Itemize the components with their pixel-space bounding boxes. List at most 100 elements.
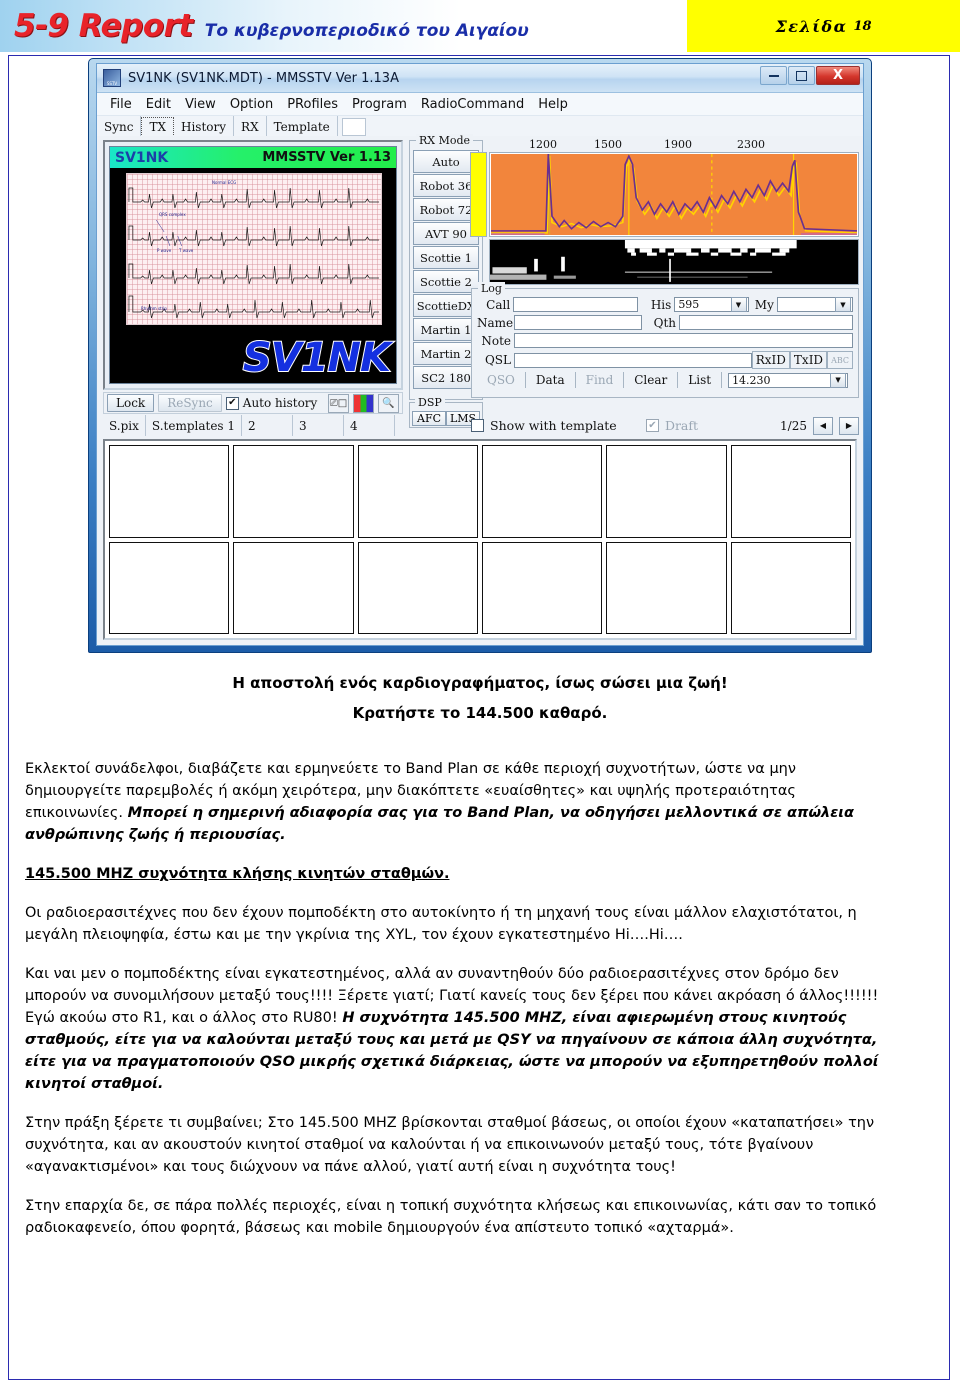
ecg-label-twave: T wave [179,248,194,253]
palette-icon[interactable] [353,393,374,413]
draft-checkbox[interactable]: ✔ [645,419,659,432]
window-frame: SV1NK (SV1NK.MDT) - MMSSTV Ver 1.13A X F… [88,58,872,653]
thumbnail-slot[interactable] [357,541,478,634]
toolbar-rx[interactable]: RX [234,116,267,138]
show-with-template-checkbox[interactable] [471,419,484,432]
chevron-down-icon[interactable]: ▼ [830,372,847,388]
find-button[interactable]: Find [576,372,625,388]
rx-mode-scottie1[interactable]: Scottie 1 [413,246,479,269]
menu-item-help[interactable]: Help [531,95,575,114]
menu-item-program[interactable]: Program [345,95,414,114]
lock-button[interactable]: Lock [107,394,155,412]
tab-stemplates-4[interactable]: 4 [344,415,396,436]
his-combo[interactable]: 595 ▼ [674,297,749,312]
spectrum-tick-1900: 1900 [664,138,692,151]
received-image-panel[interactable]: SV1NK MMSSTV Ver 1.13 Normal ECG QRS com… [103,140,403,390]
abc-button[interactable]: ABC [827,351,853,369]
thumbnail-slot[interactable] [730,445,851,538]
call-input[interactable] [513,297,639,312]
thumbnail-slot[interactable] [233,445,354,538]
toolbar-tx[interactable]: TX [141,117,174,137]
name-label: Name [477,315,514,330]
qso-button[interactable]: QSO [477,372,526,388]
log-button-row: QSO Data Find Clear List 14.230 ▼ [477,372,853,388]
section-heading: 145.500 ΜΗΖ συχνότητα κλήσης κινητών στα… [25,866,450,882]
magnifier-icon[interactable]: 🔍 [378,393,399,413]
tab-stemplates-3[interactable]: 3 [293,415,345,436]
spectrum-tick-1200: 1200 [529,138,557,151]
thumbnail-slot[interactable] [109,445,230,538]
menu-item-radiocommand[interactable]: RadioCommand [414,95,531,114]
minimize-button[interactable] [760,66,787,85]
name-input[interactable] [514,315,642,330]
rx-mode-scottiedx[interactable]: ScottieDX [413,294,479,317]
spectrum-display[interactable] [489,152,859,237]
ecg-label-normal: Normal ECG [212,180,237,185]
note-input[interactable] [514,333,853,348]
resync-button[interactable]: ReSync [158,394,222,412]
data-button[interactable]: Data [526,372,576,388]
rx-mode-martin2[interactable]: Martin 2 [413,342,479,365]
clear-button[interactable]: Clear [624,372,679,388]
page-indicator: Σελίδα 18 [687,0,960,52]
dsp-legend: DSP [415,396,445,409]
next-template-button[interactable]: ▶ [839,416,859,435]
paragraph-5: Στην πράξη ξέρετε τι συμβαίνει; Στο 145.… [25,1115,875,1175]
frequency-combo[interactable]: 14.230 ▼ [728,372,849,388]
menu-item-file[interactable]: File [103,95,139,114]
menu-item-view[interactable]: View [178,95,223,114]
thumbnail-grid [103,439,857,640]
thumbnail-slot[interactable] [730,541,851,634]
prev-template-button[interactable]: ◀ [813,416,833,435]
toolbar-blank-slot[interactable] [341,118,366,136]
txid-button[interactable]: TxID [789,351,828,369]
qth-input[interactable] [679,315,853,330]
rx-mode-scottie2[interactable]: Scottie 2 [413,270,479,293]
template-tab-row: S.pix S.templates 1 2 3 4 [103,415,403,436]
close-button[interactable]: X [816,66,860,85]
menu-item-profiles[interactable]: PRofiles [280,95,345,114]
toolbar-sync[interactable]: Sync [97,116,142,138]
thumbnail-slot[interactable] [233,541,354,634]
sstv-image-header: SV1NK MMSSTV Ver 1.13 [110,147,396,168]
toolbar-template[interactable]: Template [267,116,338,138]
chevron-down-icon[interactable]: ▼ [730,297,747,312]
tab-stemplates-1[interactable]: S.templates 1 [146,415,243,436]
thumbnail-slot[interactable] [482,541,603,634]
thumbnail-slot[interactable] [357,445,478,538]
publication-subtitle: Το κυβερνοπεριοδικό του Αιγαίου [204,20,529,41]
log-row-call: Call His 595 ▼ My ▼ [477,297,853,312]
thumbnail-slot[interactable] [606,541,727,634]
maximize-button[interactable] [788,66,815,85]
menu-item-option[interactable]: Option [223,95,280,114]
thumbnail-slot[interactable] [482,445,603,538]
tab-spix[interactable]: S.pix [103,415,146,436]
chevron-down-icon[interactable]: ▼ [834,297,851,312]
log-group: Log Call His 595 ▼ My ▼ Name Qth Note QS… [471,282,859,398]
toolbar-history[interactable]: History [174,116,235,138]
waterfall-display[interactable] [489,239,859,285]
tab-stemplates-2[interactable]: 2 [242,415,294,436]
copy-icon[interactable]: ⎚□ [328,393,349,413]
list-button[interactable]: List [678,372,723,388]
thumbnail-slot[interactable] [109,541,230,634]
paragraph-2-heading: 145.500 ΜΗΖ συχνότητα κλήσης κινητών στα… [25,863,880,885]
call-label: Call [486,297,511,312]
menu-item-edit[interactable]: Edit [139,95,178,114]
spectrum-scale: 1200 1500 1900 2300 [489,138,859,152]
ecg-label-pwave: P wave [157,248,172,253]
qsl-input[interactable] [514,352,752,368]
p1-text-bold: Μπορεί η σημερινή αδιαφορία σας για το B… [25,805,854,843]
rx-mode-sc2-180[interactable]: SC2 180 [413,366,479,389]
rxid-button[interactable]: RxID [751,351,790,369]
auto-history-checkbox[interactable]: ✔ [225,396,239,410]
draft-label: Draft [664,418,699,433]
masthead: 5-9 Report Το κυβερνοπεριοδικό του Αιγαί… [0,0,960,52]
dsp-afc-button[interactable]: AFC [412,411,446,426]
title-bar: SV1NK (SV1NK.MDT) - MMSSTV Ver 1.13A X [97,64,863,93]
paragraph-6: Στην επαρχία δε, σε πάρα πολλές περιοχές… [25,1198,877,1236]
my-combo[interactable]: ▼ [776,297,853,312]
rx-mode-martin1[interactable]: Martin 1 [413,318,479,341]
thumbnail-slot[interactable] [606,445,727,538]
template-options-row: Show with template ✔ Draft 1/25 ◀ ▶ [471,415,859,436]
